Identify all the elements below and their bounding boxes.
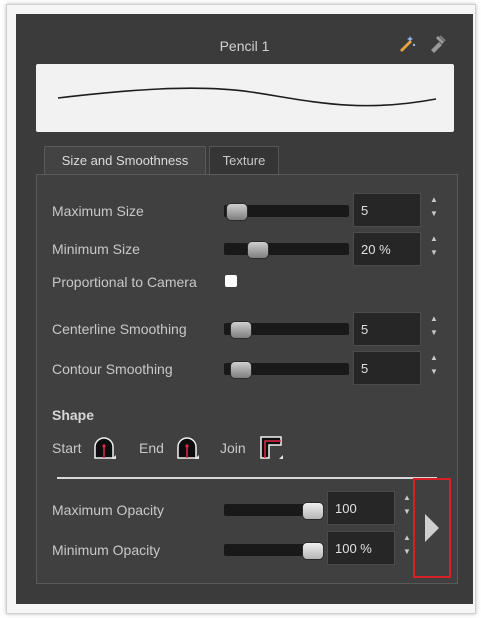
maximum-opacity-label: Maximum Opacity xyxy=(52,502,165,518)
start-label: Start xyxy=(52,440,82,456)
minimum-size-stepper[interactable]: ▲ ▼ xyxy=(428,232,440,266)
contour-smoothing-label: Contour Smoothing xyxy=(52,361,173,377)
maximum-size-field[interactable]: 5 xyxy=(353,193,421,227)
centerline-smoothing-stepper[interactable]: ▲ ▼ xyxy=(428,312,440,346)
end-label: End xyxy=(139,440,164,456)
stroke-preview xyxy=(36,64,454,132)
maximum-opacity-stepper[interactable]: ▲ ▼ xyxy=(401,491,413,525)
proportional-to-camera-checkbox[interactable] xyxy=(225,275,237,287)
maximum-size-slider-handle[interactable] xyxy=(226,203,248,221)
expand-button[interactable] xyxy=(413,478,451,578)
section-divider xyxy=(57,477,437,479)
maximum-opacity-slider-handle[interactable] xyxy=(302,502,324,520)
maximum-size-stepper[interactable]: ▲ ▼ xyxy=(428,193,440,227)
minimum-opacity-slider-handle[interactable] xyxy=(302,542,324,560)
minimum-size-label: Minimum Size xyxy=(52,241,140,257)
centerline-smoothing-label: Centerline Smoothing xyxy=(52,321,187,337)
proportional-to-camera-label: Proportional to Camera xyxy=(52,274,197,290)
pencil-properties-panel: Pencil 1 Size and Smoothness Texture Max… xyxy=(16,14,473,604)
shape-heading: Shape xyxy=(52,407,95,423)
size-smoothness-tab-content: Maximum Size 5 ▲ ▼ Minimum Size 20 % ▲ ▼ P… xyxy=(36,174,458,584)
join-label: Join xyxy=(220,440,246,456)
contour-smoothing-field[interactable]: 5 xyxy=(353,351,421,385)
minimum-size-slider-handle[interactable] xyxy=(247,241,269,259)
minimum-size-slider[interactable] xyxy=(224,243,349,255)
round-cap-start-icon[interactable] xyxy=(92,435,116,459)
tab-texture[interactable]: Texture xyxy=(209,146,279,175)
round-cap-end-icon[interactable] xyxy=(175,435,199,459)
contour-smoothing-stepper[interactable]: ▲ ▼ xyxy=(428,351,440,385)
minimum-opacity-field[interactable]: 100 % xyxy=(327,531,395,565)
tab-size-and-smoothness[interactable]: Size and Smoothness xyxy=(44,146,206,175)
minimum-opacity-stepper[interactable]: ▲ ▼ xyxy=(401,531,413,565)
minimum-opacity-label: Minimum Opacity xyxy=(52,542,161,558)
centerline-smoothing-slider-handle[interactable] xyxy=(230,321,252,339)
wand-sparkle-icon[interactable] xyxy=(397,34,417,54)
contour-smoothing-slider-handle[interactable] xyxy=(230,361,252,379)
maximum-opacity-field[interactable]: 100 xyxy=(327,491,395,525)
miter-join-icon[interactable] xyxy=(259,435,283,459)
play-triangle-icon xyxy=(425,514,439,542)
minimum-size-field[interactable]: 20 % xyxy=(353,232,421,266)
stroke-preview-curve xyxy=(57,87,437,107)
brush-delete-icon[interactable] xyxy=(427,34,447,54)
centerline-smoothing-field[interactable]: 5 xyxy=(353,312,421,346)
maximum-size-label: Maximum Size xyxy=(52,203,144,219)
